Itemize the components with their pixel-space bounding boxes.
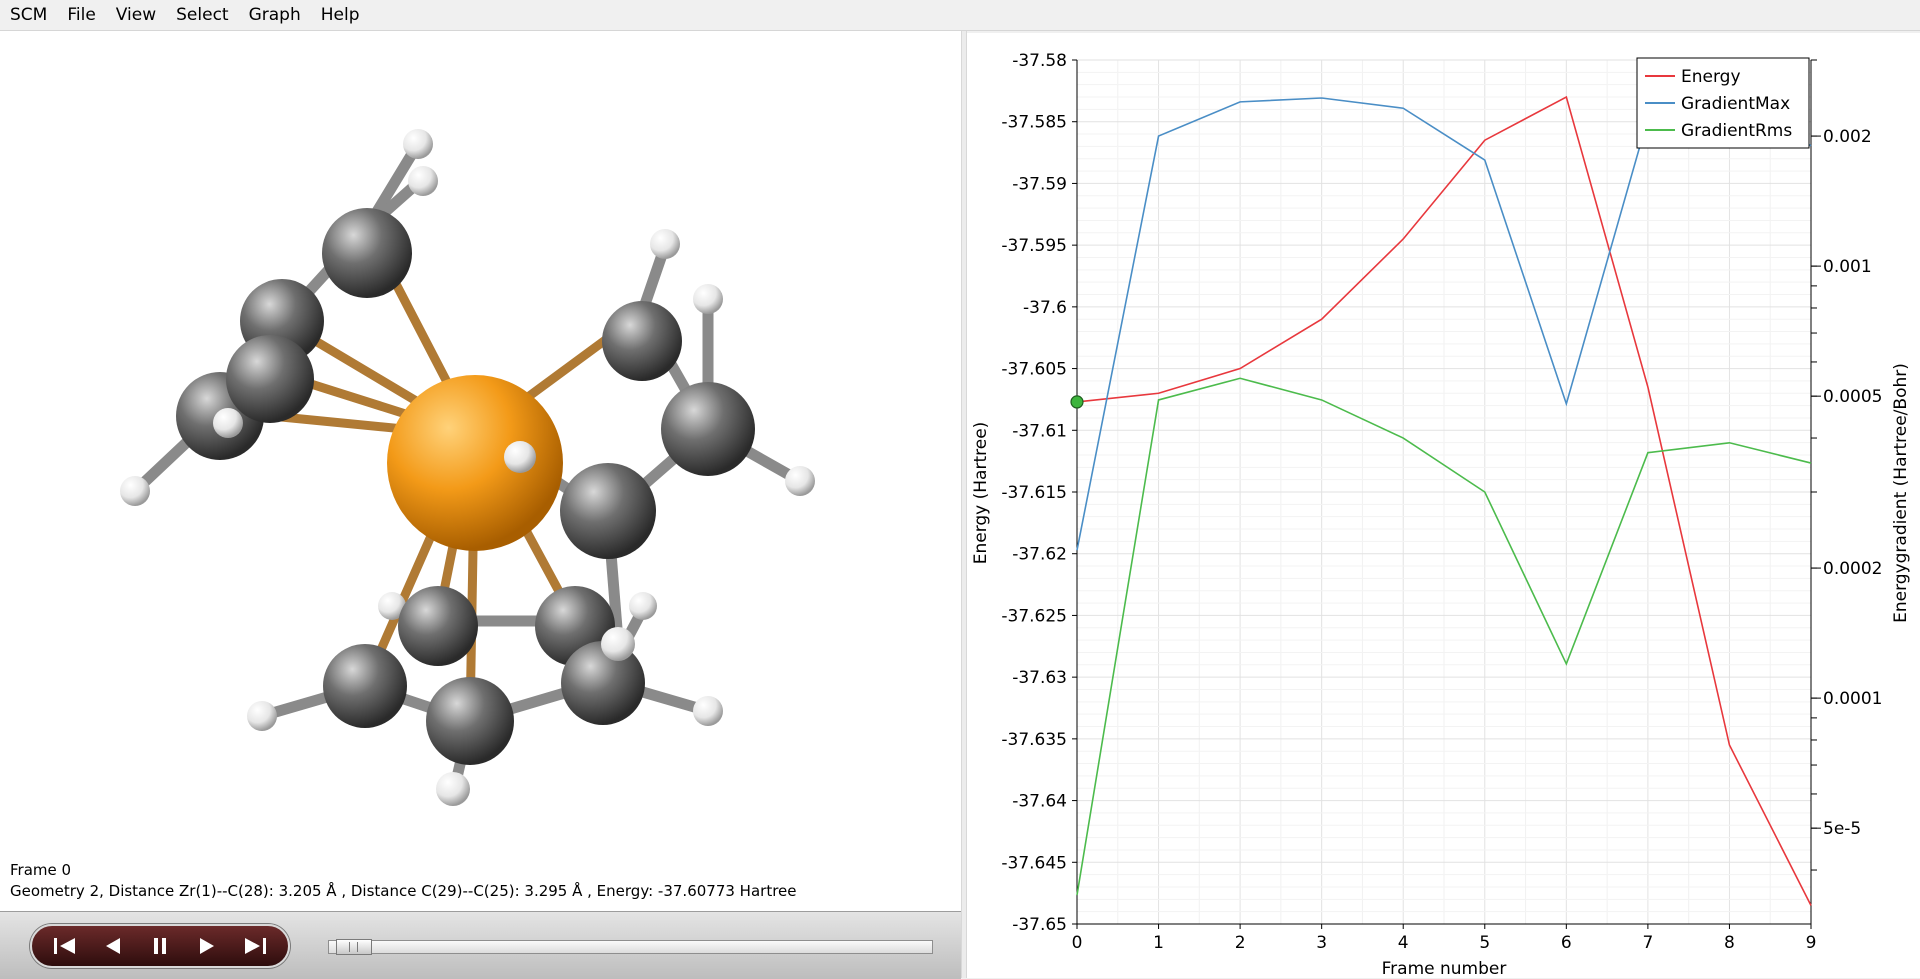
carbon-atom <box>226 335 314 423</box>
frame-label: Frame 0 <box>10 861 72 879</box>
next-frame-button[interactable] <box>190 931 224 961</box>
carbon-atom <box>561 641 645 725</box>
y-tick-label: -37.59 <box>1012 174 1067 194</box>
y2-tick-label: 5e-5 <box>1823 819 1861 839</box>
carbon-atom <box>560 463 656 559</box>
zirconium-atom <box>387 375 563 551</box>
menu-file[interactable]: File <box>57 0 105 30</box>
frame-slider[interactable] <box>328 939 933 955</box>
y-tick-label: -37.605 <box>1001 360 1067 380</box>
pause-icon <box>153 938 166 954</box>
atoms <box>120 129 815 806</box>
menu-bar: SCM File View Select Graph Help <box>0 0 1920 31</box>
hydrogen-atom <box>629 592 657 620</box>
menu-view[interactable]: View <box>106 0 166 30</box>
x-tick-label: 9 <box>1806 933 1817 953</box>
x-tick-label: 8 <box>1724 933 1735 953</box>
menu-help[interactable]: Help <box>311 0 370 30</box>
graph-panel[interactable]: -37.58 -37.585 -37.59 -37.595 -37.6 -37.605 -3… <box>967 33 1920 978</box>
hydrogen-atom <box>436 772 470 806</box>
x-axis-label: Frame number <box>1382 959 1507 978</box>
carbon-atom <box>398 586 478 666</box>
hydrogen-atom <box>650 229 680 259</box>
menu-graph[interactable]: Graph <box>239 0 311 30</box>
molecule-viewer[interactable]: Frame 0 Geometry 2, Distance Zr(1)--C(28… <box>0 31 961 911</box>
skip-first-icon <box>53 938 75 954</box>
y-tick-label: -37.595 <box>1001 236 1067 256</box>
y2-tick-label: 0.0005 <box>1823 387 1882 407</box>
y-tick-label: -37.65 <box>1012 915 1067 935</box>
y-tick-label: -37.61 <box>1012 421 1067 441</box>
hydrogen-atom <box>403 129 433 159</box>
last-frame-button[interactable] <box>237 931 271 961</box>
molecule-view[interactable] <box>0 31 961 911</box>
y-tick-label: -37.635 <box>1001 730 1067 750</box>
x-tick-label: 0 <box>1072 933 1083 953</box>
playback-controls <box>30 924 290 968</box>
hydrogen-atom <box>693 696 723 726</box>
hydrogen-atom <box>504 441 536 473</box>
geometry-info: Geometry 2, Distance Zr(1)--C(28): 3.205… <box>10 882 797 900</box>
y-tick-label: -37.6 <box>1023 298 1067 318</box>
x-tick-label: 3 <box>1316 933 1327 953</box>
chart-legend: Energy GradientMax GradientRms <box>1636 57 1810 149</box>
y2-tick-label: 0.001 <box>1823 257 1872 277</box>
y2-tick-label: 0.0002 <box>1823 559 1882 579</box>
playback-bar <box>0 911 961 979</box>
step-back-icon <box>105 938 120 954</box>
previous-frame-button[interactable] <box>96 931 130 961</box>
hydrogen-atom <box>785 466 815 496</box>
y-axis-label: Energy (Hartree) <box>971 422 991 565</box>
x-tick-label: 7 <box>1642 933 1653 953</box>
y2-tick-label: 0.0001 <box>1823 689 1882 709</box>
y2-tick-label: 0.002 <box>1823 127 1872 147</box>
carbon-atom <box>602 301 682 381</box>
y-tick-label: -37.58 <box>1012 51 1067 71</box>
x-tick-label: 2 <box>1235 933 1246 953</box>
hydrogen-atom <box>601 627 635 661</box>
hydrogen-atom <box>213 408 243 438</box>
hydrogen-atom <box>247 701 277 731</box>
x-tick-label: 1 <box>1153 933 1164 953</box>
x-tick-label: 5 <box>1479 933 1490 953</box>
hydrogen-atom <box>408 166 438 196</box>
hydrogen-atom <box>120 476 150 506</box>
skip-last-icon <box>245 938 267 954</box>
first-frame-button[interactable] <box>49 931 83 961</box>
y-tick-label: -37.625 <box>1001 606 1067 626</box>
pause-button[interactable] <box>143 931 177 961</box>
x-tick-label: 6 <box>1561 933 1572 953</box>
carbon-atom <box>661 382 755 476</box>
legend-entry: GradientRms <box>1681 121 1792 141</box>
menu-select[interactable]: Select <box>166 0 238 30</box>
legend-entry: Energy <box>1681 67 1741 87</box>
carbon-atom <box>323 644 407 728</box>
y-tick-label: -37.645 <box>1001 853 1067 873</box>
current-frame-marker <box>1070 395 1084 409</box>
x-tick-label: 4 <box>1398 933 1409 953</box>
energy-chart[interactable]: -37.58 -37.585 -37.59 -37.595 -37.6 -37.605 -3… <box>967 33 1920 978</box>
y-tick-label: -37.62 <box>1012 545 1067 565</box>
y-tick-label: -37.615 <box>1001 483 1067 503</box>
hydrogen-atom <box>693 284 723 314</box>
y-tick-label: -37.585 <box>1001 113 1067 133</box>
carbon-atom <box>322 208 412 298</box>
frame-slider-handle[interactable] <box>336 939 372 955</box>
legend-entry: GradientMax <box>1681 94 1790 114</box>
y-tick-label: -37.63 <box>1012 668 1067 688</box>
menu-scm[interactable]: SCM <box>0 0 57 30</box>
carbon-atom <box>426 677 514 765</box>
step-forward-icon <box>200 938 215 954</box>
y2-axis-label: Energygradient (Hartree/Bohr) <box>1891 363 1911 623</box>
y-tick-label: -37.64 <box>1012 792 1067 812</box>
